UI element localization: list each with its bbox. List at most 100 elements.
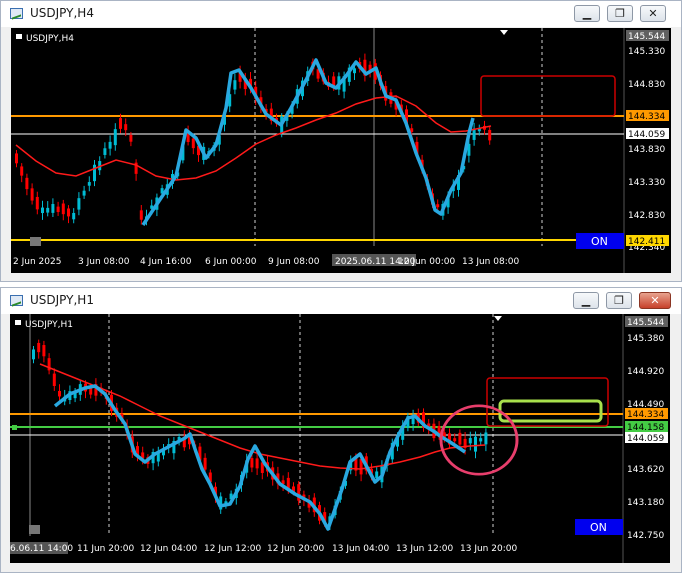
candle-body (479, 438, 483, 442)
price-label: 143.620 (627, 465, 664, 475)
price-label: 143.180 (627, 498, 664, 508)
target-zone-box[interactable] (498, 399, 603, 423)
current-price-tag-label: 144.059 (627, 434, 664, 444)
crosshair-icon[interactable] (30, 237, 41, 246)
price-label: 145.330 (628, 47, 665, 57)
restore-button[interactable]: ❐ (606, 292, 632, 309)
price-label: 144.920 (627, 367, 664, 377)
price-label: 142.830 (628, 211, 665, 221)
candle-body (15, 153, 18, 164)
close-button[interactable]: ✕ (640, 5, 666, 22)
window-title: USDJPY,H1 (30, 293, 94, 307)
candle-body (72, 212, 76, 220)
candle-body (46, 207, 50, 213)
price-chart-h4[interactable]: 145.544 145.330 144.830 143.830 143.330 … (11, 28, 671, 273)
time-label: 2 Jun 2025 (13, 257, 61, 267)
candle-body (410, 128, 414, 132)
candle-body (139, 210, 143, 220)
current-price-tag-label: 144.059 (628, 130, 665, 140)
chart-canvas[interactable]: 145.544 145.380 144.920 144.490 143.620 … (10, 314, 670, 563)
candle-body (436, 204, 440, 208)
window-title: USDJPY,H4 (30, 6, 94, 20)
candle-body (103, 148, 107, 155)
time-label: 12 Jun 00:00 (398, 257, 455, 267)
on-button-label[interactable]: ON (591, 235, 608, 248)
time-label: 4 Jun 16:00 (140, 257, 192, 267)
zone-box[interactable] (480, 75, 616, 117)
close-button[interactable]: ✕ (639, 292, 671, 309)
price-label: 144.830 (628, 80, 665, 90)
symbol-label: USDJPY,H1 (25, 320, 73, 330)
candle-body (474, 436, 477, 452)
candle-body (113, 129, 117, 146)
candle-body (93, 164, 96, 182)
time-label: 12 Jun 04:00 (140, 544, 197, 554)
candle-body (32, 349, 35, 360)
price-label: 145.544 (628, 32, 665, 42)
candle-body (89, 388, 93, 395)
price-label: 145.544 (627, 318, 664, 328)
price-label: 143.330 (628, 178, 665, 188)
title-bar[interactable]: USDJPY,H1 ▁ ❐ ✕ (1, 288, 681, 314)
candle-body (124, 124, 128, 131)
candle-body (87, 182, 91, 186)
candle-body (233, 80, 237, 90)
candle-body (82, 190, 86, 196)
restore-button[interactable]: ❐ (607, 5, 633, 22)
price-chart-h1[interactable]: 145.544 145.380 144.920 144.490 143.620 … (10, 314, 670, 563)
time-label: 3 Jun 08:00 (78, 257, 130, 267)
candle-body (108, 141, 112, 149)
price-label: 142.750 (627, 531, 664, 541)
crosshair-icon[interactable] (29, 525, 40, 534)
candle-body (41, 207, 44, 214)
highlight-circle (439, 404, 519, 476)
candle-body (25, 177, 29, 190)
time-label: 12 Jun 20:00 (267, 544, 324, 554)
chart-window-icon (10, 295, 23, 306)
candle-body (353, 68, 356, 74)
candlesticks (15, 53, 492, 226)
time-label: 6.06.11 14:00 (10, 544, 73, 554)
candle-body (458, 432, 462, 445)
time-label: 13 Jun 12:00 (396, 544, 453, 554)
resistance-tag-label: 144.334 (627, 410, 664, 420)
price-label: 145.380 (627, 334, 664, 344)
candle-body (52, 373, 56, 386)
candle-body (468, 438, 472, 444)
candle-body (129, 134, 133, 142)
time-label: 12 Jun 12:00 (204, 544, 261, 554)
candle-body (30, 188, 34, 201)
minimize-button[interactable]: ▁ (574, 5, 600, 22)
chart-canvas[interactable]: 145.544 145.330 144.830 143.830 143.330 … (11, 28, 671, 273)
candle-body (488, 129, 492, 141)
resistance-tag-label: 144.334 (628, 112, 665, 122)
candle-body (255, 458, 259, 469)
candle-body (42, 345, 46, 357)
candle-body (191, 138, 195, 149)
candle-body (51, 204, 55, 213)
candle-body (20, 166, 24, 176)
time-label: 6 Jun 00:00 (205, 257, 257, 267)
candle-body (203, 457, 207, 470)
on-button-label[interactable]: ON (590, 521, 607, 534)
candle-body (58, 390, 61, 397)
candle-body (61, 203, 65, 215)
time-label: 9 Jun 08:00 (268, 257, 320, 267)
chart-window-h4: USDJPY,H4 ▁ ❐ ✕ 145.544 145.330 144.830 … (0, 0, 682, 282)
moving-average-line (15, 95, 492, 181)
time-label: 13 Jun 08:00 (462, 257, 519, 267)
candle-body (77, 198, 81, 210)
candle-body (250, 458, 254, 468)
candle-body (375, 471, 379, 479)
candle-body (484, 432, 488, 445)
candle-body (37, 342, 41, 353)
title-bar[interactable]: USDJPY,H4 ▁ ❐ ✕ (1, 1, 681, 27)
candle-body (67, 208, 70, 217)
chart-window-icon (10, 8, 23, 19)
symbol-label: USDJPY,H4 (26, 34, 74, 44)
price-label: 143.830 (628, 145, 665, 155)
minimize-button[interactable]: ▁ (573, 292, 599, 309)
candle-body (56, 206, 60, 213)
candle-body (119, 118, 122, 129)
candle-body (35, 196, 39, 210)
